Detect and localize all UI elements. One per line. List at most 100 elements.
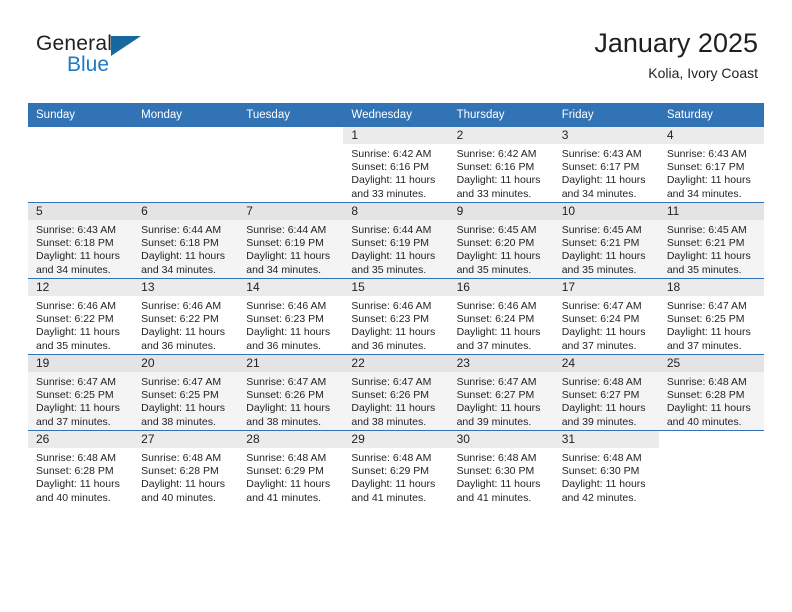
calendar-day-cell[interactable]: 1 Sunrise: 6:42 AM Sunset: 6:16 PM Daylight… [343, 126, 449, 203]
sunrise-text: Sunrise: 6:44 AM [141, 224, 222, 236]
sunset-text: Sunset: 6:17 PM [561, 161, 640, 174]
calendar-day-cell[interactable]: 10 Sunrise: 6:45 AM Sunset: 6:21 PM Dayligh… [553, 202, 659, 279]
sunset-text: Sunset: 6:23 PM [351, 313, 430, 326]
calendar-day-cell[interactable]: 23 Sunrise: 6:47 AM Sunset: 6:27 PM Dayligh… [448, 354, 554, 431]
calendar-day-cell[interactable]: 2 Sunrise: 6:42 AM Sunset: 6:16 PM Daylight… [448, 126, 554, 203]
daylight-text-line1: Daylight: 11 hours [456, 326, 541, 339]
sunrise-text: Sunrise: 6:44 AM [351, 224, 432, 236]
daylight-text-line1: Daylight: 11 hours [351, 478, 436, 491]
calendar-day-cell[interactable]: 27 Sunrise: 6:48 AM Sunset: 6:28 PM Dayligh… [133, 430, 239, 506]
day-details: Sunrise: 6:47 AM Sunset: 6:25 PM Daylight:… [133, 372, 238, 429]
day-details: Sunrise: 6:47 AM Sunset: 6:26 PM Daylight:… [343, 372, 448, 429]
sunset-text: Sunset: 6:16 PM [351, 161, 430, 174]
calendar-day-cell[interactable]: 20 Sunrise: 6:47 AM Sunset: 6:25 PM Dayligh… [133, 354, 239, 431]
calendar-day-cell[interactable]: 16 Sunrise: 6:46 AM Sunset: 6:24 PM Dayligh… [448, 278, 554, 355]
sunrise-text: Sunrise: 6:47 AM [246, 376, 327, 388]
sunset-text: Sunset: 6:27 PM [456, 389, 535, 402]
calendar-week-row: 12 Sunrise: 6:46 AM Sunset: 6:22 PM Dayligh… [28, 278, 764, 355]
day-details: Sunrise: 6:48 AM Sunset: 6:28 PM Daylight:… [133, 448, 238, 505]
calendar-day-cell[interactable]: 24 Sunrise: 6:48 AM Sunset: 6:27 PM Dayligh… [553, 354, 659, 431]
calendar-day-cell[interactable]: 29 Sunrise: 6:48 AM Sunset: 6:29 PM Dayligh… [343, 430, 449, 506]
sunrise-text: Sunrise: 6:43 AM [36, 224, 116, 236]
daylight-text-line2: and 37 minutes. [36, 415, 111, 428]
calendar-day-cell[interactable]: 11 Sunrise: 6:45 AM Sunset: 6:21 PM Dayligh… [658, 202, 764, 279]
calendar-day-cell[interactable]: 28 Sunrise: 6:48 AM Sunset: 6:29 PM Dayligh… [238, 430, 344, 506]
day-details: Sunrise: 6:48 AM Sunset: 6:30 PM Daylight:… [449, 448, 554, 505]
sunrise-text: Sunrise: 6:48 AM [141, 452, 222, 464]
day-details: Sunrise: 6:48 AM Sunset: 6:27 PM Daylight:… [554, 372, 659, 429]
daylight-text-line2: and 34 minutes. [666, 187, 742, 200]
calendar-day-cell[interactable]: 5 Sunrise: 6:43 AM Sunset: 6:18 PM Daylight… [28, 202, 134, 279]
daylight-text-line2: and 38 minutes. [351, 415, 427, 428]
calendar-table: Sunday Monday Tuesday Wednesday Thursday… [28, 103, 764, 506]
calendar-day-cell[interactable]: 15 Sunrise: 6:46 AM Sunset: 6:23 PM Dayligh… [343, 278, 449, 355]
day-details: Sunrise: 6:43 AM Sunset: 6:18 PM Daylight:… [28, 220, 133, 277]
daylight-text-line1: Daylight: 11 hours [561, 326, 646, 339]
sunrise-text: Sunrise: 6:47 AM [36, 376, 116, 388]
calendar-day-cell[interactable]: 7 Sunrise: 6:44 AM Sunset: 6:19 PM Daylight… [238, 202, 344, 279]
daylight-text-line2: and 36 minutes. [351, 339, 427, 352]
daylight-text-line1: Daylight: 11 hours [351, 402, 436, 415]
calendar-cell-empty [238, 126, 344, 203]
daylight-text-line1: Daylight: 11 hours [456, 478, 541, 491]
day-number: 1 [343, 127, 449, 144]
day-number: 5 [28, 203, 134, 220]
daylight-text-line1: Daylight: 11 hours [246, 250, 331, 263]
daylight-text-line2: and 35 minutes. [351, 263, 427, 276]
day-details: Sunrise: 6:45 AM Sunset: 6:21 PM Daylight:… [659, 220, 764, 277]
calendar-week-row: 26 Sunrise: 6:48 AM Sunset: 6:28 PM Dayligh… [28, 430, 764, 506]
day-details: Sunrise: 6:48 AM Sunset: 6:29 PM Daylight:… [238, 448, 343, 505]
calendar-day-cell[interactable]: 3 Sunrise: 6:43 AM Sunset: 6:17 PM Daylight… [553, 126, 659, 203]
sunrise-text: Sunrise: 6:46 AM [456, 300, 537, 312]
day-number [133, 127, 238, 144]
page-header: General Blue January 2025 Kolia, Ivory C… [28, 26, 758, 98]
daylight-text-line1: Daylight: 11 hours [141, 326, 225, 339]
location-subtitle: Kolia, Ivory Coast [648, 65, 758, 81]
calendar-day-cell[interactable]: 25 Sunrise: 6:48 AM Sunset: 6:28 PM Dayligh… [658, 354, 764, 431]
day-details: Sunrise: 6:44 AM Sunset: 6:19 PM Daylight:… [343, 220, 448, 277]
sunrise-text: Sunrise: 6:46 AM [36, 300, 116, 312]
calendar-day-cell[interactable]: 12 Sunrise: 6:46 AM Sunset: 6:22 PM Dayligh… [28, 278, 134, 355]
calendar-day-cell[interactable]: 18 Sunrise: 6:47 AM Sunset: 6:25 PM Dayligh… [658, 278, 764, 355]
calendar-day-cell[interactable]: 21 Sunrise: 6:47 AM Sunset: 6:26 PM Dayligh… [238, 354, 344, 431]
daylight-text-line1: Daylight: 11 hours [561, 478, 646, 491]
sunrise-text: Sunrise: 6:48 AM [561, 452, 642, 464]
sunrise-text: Sunrise: 6:48 AM [561, 376, 642, 388]
daylight-text-line1: Daylight: 11 hours [666, 326, 751, 339]
calendar-day-cell[interactable]: 4 Sunrise: 6:43 AM Sunset: 6:17 PM Daylight… [658, 126, 764, 203]
day-number: 3 [553, 127, 659, 144]
calendar-day-cell[interactable]: 14 Sunrise: 6:46 AM Sunset: 6:23 PM Dayligh… [238, 278, 344, 355]
day-number: 4 [658, 127, 764, 144]
calendar-day-cell[interactable]: 8 Sunrise: 6:44 AM Sunset: 6:19 PM Daylight… [343, 202, 449, 279]
calendar-day-cell[interactable]: 26 Sunrise: 6:48 AM Sunset: 6:28 PM Dayligh… [28, 430, 134, 506]
calendar-day-cell[interactable]: 22 Sunrise: 6:47 AM Sunset: 6:26 PM Dayligh… [343, 354, 449, 431]
sunset-text: Sunset: 6:22 PM [141, 313, 219, 326]
day-number: 31 [553, 431, 659, 448]
daylight-text-line2: and 38 minutes. [141, 415, 216, 428]
general-blue-logo[interactable]: General Blue [36, 32, 156, 88]
day-number [28, 127, 133, 144]
daylight-text-line2: and 37 minutes. [561, 339, 637, 352]
calendar-day-cell[interactable]: 19 Sunrise: 6:47 AM Sunset: 6:25 PM Dayligh… [28, 354, 134, 431]
calendar-day-cell[interactable]: 6 Sunrise: 6:44 AM Sunset: 6:18 PM Daylight… [133, 202, 239, 279]
day-number: 20 [133, 355, 239, 372]
calendar-day-cell[interactable]: 30 Sunrise: 6:48 AM Sunset: 6:30 PM Dayligh… [448, 430, 554, 506]
daylight-text-line1: Daylight: 11 hours [36, 402, 120, 415]
day-number: 30 [448, 431, 554, 448]
day-details: Sunrise: 6:46 AM Sunset: 6:23 PM Daylight:… [238, 296, 343, 353]
calendar-day-cell[interactable]: 17 Sunrise: 6:47 AM Sunset: 6:24 PM Dayligh… [553, 278, 659, 355]
sunrise-text: Sunrise: 6:46 AM [351, 300, 432, 312]
calendar-header-row: Sunday Monday Tuesday Wednesday Thursday… [28, 103, 764, 127]
day-number: 27 [133, 431, 239, 448]
calendar-day-cell[interactable]: 13 Sunrise: 6:46 AM Sunset: 6:22 PM Dayligh… [133, 278, 239, 355]
calendar-day-cell[interactable]: 31 Sunrise: 6:48 AM Sunset: 6:30 PM Dayligh… [553, 430, 659, 506]
day-details: Sunrise: 6:46 AM Sunset: 6:23 PM Daylight:… [343, 296, 448, 353]
daylight-text-line1: Daylight: 11 hours [456, 174, 541, 187]
sunrise-text: Sunrise: 6:48 AM [246, 452, 327, 464]
sunrise-text: Sunrise: 6:47 AM [561, 300, 642, 312]
calendar-week-row: 5 Sunrise: 6:43 AM Sunset: 6:18 PM Daylight… [28, 202, 764, 279]
calendar-day-cell[interactable]: 9 Sunrise: 6:45 AM Sunset: 6:20 PM Daylight… [448, 202, 554, 279]
daylight-text-line2: and 35 minutes. [561, 263, 637, 276]
daylight-text-line2: and 36 minutes. [246, 339, 321, 352]
day-number: 25 [658, 355, 764, 372]
